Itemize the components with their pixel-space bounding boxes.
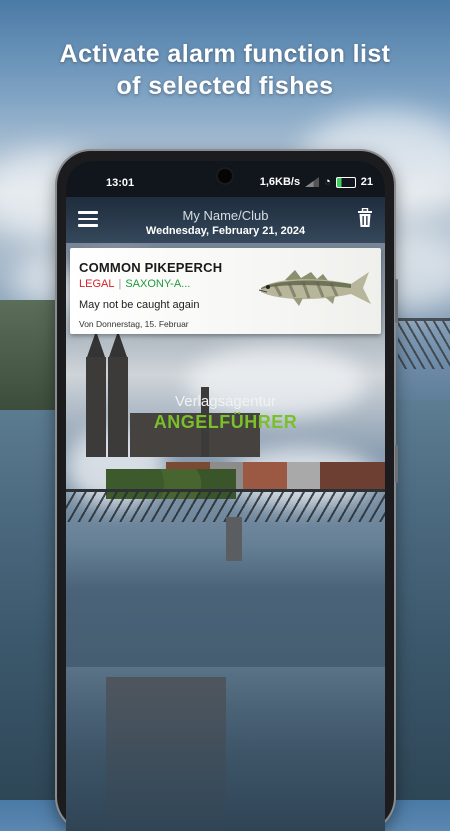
- battery-charging-icon: [335, 176, 356, 188]
- trash-icon[interactable]: [357, 208, 373, 228]
- tag-separator: |: [118, 278, 122, 290]
- background-bridge: [398, 318, 450, 369]
- volume-button: [395, 279, 398, 323]
- current-date: Wednesday, February 21, 2024: [145, 225, 306, 237]
- app-title: My Name/Club: [182, 208, 269, 223]
- phone-frame: 13:01 1,6KB/s ◔ 21 My Name/Club Wednesda…: [57, 151, 398, 831]
- battery-percent: 21: [360, 176, 373, 188]
- pikeperch-fish-icon: [258, 270, 371, 306]
- status-icons: 1,6KB/s ◔ 21: [260, 176, 373, 188]
- publisher-brand: Verlagsagentur ANGELFÜHRER: [66, 393, 385, 433]
- since-date: Von Donnerstag, 15. Februar: [79, 319, 189, 329]
- brand-line1: Verlagsagentur: [175, 393, 276, 410]
- power-button: [395, 445, 398, 483]
- wifi-icon: ◔: [324, 176, 331, 188]
- fish-alarm-card[interactable]: COMMON PIKEPERCH LEGAL | SAXONY-A... May n…: [70, 248, 381, 334]
- status-bar: 13:01 1,6KB/s ◔ 21: [66, 161, 385, 197]
- fish-name: COMMON PIKEPERCH: [79, 260, 223, 275]
- front-camera: [218, 169, 232, 183]
- brand-line2: ANGELFÜHRER: [153, 412, 298, 432]
- background-shore: [0, 300, 60, 410]
- legal-status: LEGAL: [79, 278, 115, 290]
- region-tag: SAXONY-A...: [125, 278, 191, 290]
- app-bar: My Name/Club Wednesday, February 21, 202…: [66, 197, 385, 243]
- cathedral-spire: [87, 331, 105, 357]
- network-speed: 1,6KB/s: [259, 176, 301, 188]
- phone-screen: 13:01 1,6KB/s ◔ 21 My Name/Club Wednesda…: [66, 161, 385, 831]
- promo-headline: Activate alarm function list of selected…: [0, 38, 450, 102]
- catch-note: May not be caught again: [79, 299, 200, 311]
- status-time: 13:01: [106, 177, 135, 189]
- signal-icon: [305, 177, 320, 187]
- fish-tags: LEGAL | SAXONY-A...: [79, 278, 190, 290]
- promo-headline-line1: Activate alarm function list: [59, 40, 391, 68]
- bridge-pillar: [226, 517, 242, 561]
- promo-headline-line2: of selected fishes: [116, 72, 334, 100]
- water-reflection: [106, 677, 226, 831]
- cathedral-spire: [109, 331, 127, 357]
